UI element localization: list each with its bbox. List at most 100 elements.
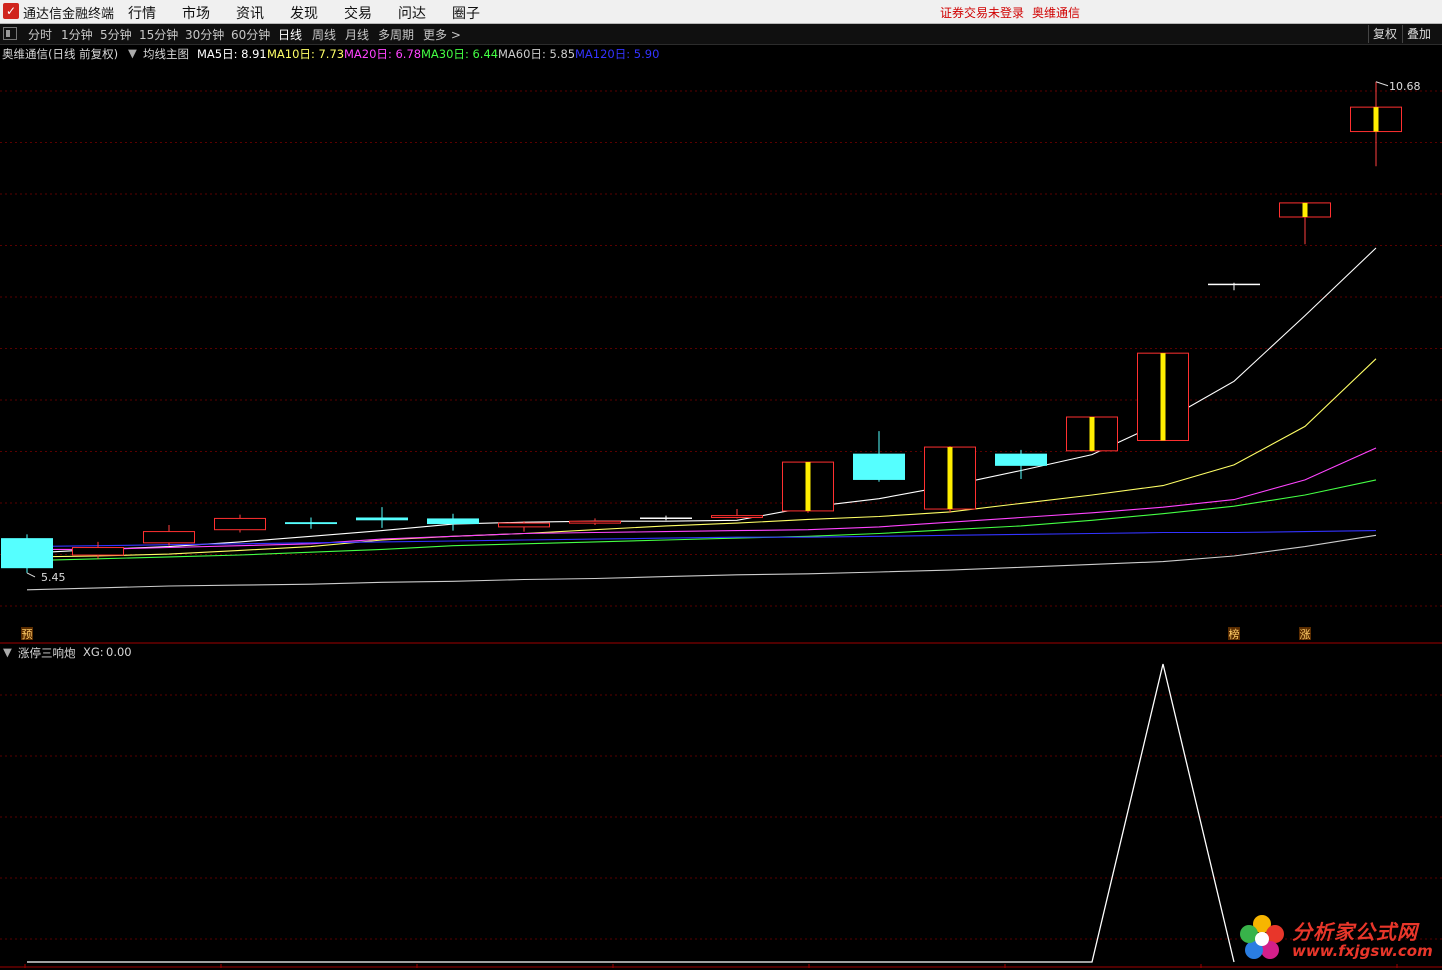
ma5-label: MA5日: 8.91 bbox=[197, 47, 267, 61]
limit-up-mark bbox=[805, 462, 811, 511]
app-title: 通达信金融终端 bbox=[23, 7, 115, 22]
tab-1min[interactable]: 1分钟 bbox=[61, 26, 93, 43]
ma5-name: MA5日 bbox=[197, 47, 234, 61]
adjust-button[interactable]: 复权 bbox=[1368, 25, 1401, 43]
indicator-name[interactable]: 均线主图 bbox=[143, 46, 189, 62]
low-pointer bbox=[26, 572, 36, 578]
marker-label: 涨 bbox=[1300, 628, 1311, 641]
ma20-name: MA20日 bbox=[344, 47, 388, 61]
candle-body bbox=[1, 538, 53, 569]
candle-body bbox=[214, 517, 266, 531]
tab-daily[interactable]: 日线 bbox=[278, 26, 302, 43]
watermark-title: 分析家公式网 bbox=[1292, 920, 1418, 944]
low-price-label: 5.45 bbox=[41, 571, 66, 584]
limit-up-mark bbox=[1302, 202, 1308, 217]
candle-body bbox=[356, 517, 408, 521]
menu-news[interactable]: 资讯 bbox=[236, 3, 264, 23]
ma10-label: MA10日: 7.73 bbox=[267, 47, 345, 61]
menu-market[interactable]: 行情 bbox=[128, 3, 156, 23]
ma30-value: 6.44 bbox=[472, 47, 499, 61]
watermark-url: www.fxjgsw.com bbox=[1292, 942, 1433, 960]
watermark: 分析家公式网 www.fxjgsw.com bbox=[1236, 910, 1436, 966]
menu-circle[interactable]: 圈子 bbox=[452, 3, 480, 23]
indicator-collapse-icon[interactable]: ▼ bbox=[3, 645, 12, 659]
menu-trade[interactable]: 交易 bbox=[344, 3, 372, 23]
candle bbox=[1350, 81, 1402, 167]
tab-60min[interactable]: 60分钟 bbox=[231, 26, 270, 43]
flower-logo-icon bbox=[1240, 915, 1284, 959]
ma120-name: MA120日 bbox=[575, 47, 627, 61]
menu-ask[interactable]: 问达 bbox=[398, 3, 426, 23]
ma60-label: MA60日: 5.85 bbox=[498, 47, 576, 61]
high-pointer bbox=[1375, 81, 1389, 87]
ma20-label: MA20日: 6.78 bbox=[344, 47, 422, 61]
indicator-title[interactable]: 涨停三响炮 bbox=[18, 645, 76, 661]
tab-multi-period[interactable]: 多周期 bbox=[378, 26, 414, 43]
candle bbox=[924, 446, 976, 513]
candle bbox=[1137, 352, 1189, 441]
candle bbox=[356, 507, 408, 528]
candlestick-chart[interactable]: 10.68 5.45 预 榜 涨 bbox=[0, 61, 1442, 644]
candle bbox=[143, 525, 195, 546]
tab-5min[interactable]: 5分钟 bbox=[100, 26, 132, 43]
candle bbox=[782, 461, 834, 513]
ma10-value: 7.73 bbox=[318, 47, 345, 61]
candle bbox=[498, 521, 550, 532]
candle-body bbox=[498, 522, 550, 528]
candle bbox=[1208, 282, 1260, 291]
candle-body bbox=[285, 522, 337, 525]
candle-body bbox=[1208, 283, 1260, 286]
candle bbox=[427, 513, 479, 531]
tab-monthly[interactable]: 月线 bbox=[345, 26, 369, 43]
candle-body bbox=[995, 453, 1047, 466]
overlay-button[interactable]: 叠加 bbox=[1402, 25, 1435, 43]
tab-intraday[interactable]: 分时 bbox=[28, 26, 52, 43]
candle bbox=[1066, 416, 1118, 452]
candle-body bbox=[143, 531, 195, 544]
ma30-label: MA30日: 6.44 bbox=[421, 47, 499, 61]
main-chart-legend: 奥维通信(日线 前复权) ▼ 均线主图 MA5日: 8.91 MA10日: 7.… bbox=[0, 45, 1000, 61]
menu-markets[interactable]: 市场 bbox=[182, 3, 210, 23]
ma5-value: 8.91 bbox=[241, 47, 267, 61]
menu-discover[interactable]: 发现 bbox=[290, 3, 318, 23]
xg-signal-line bbox=[27, 663, 1235, 963]
tab-30min[interactable]: 30分钟 bbox=[185, 26, 224, 43]
xg-label: XG: bbox=[83, 645, 104, 659]
signal-marker: 榜 bbox=[1228, 627, 1240, 641]
candle bbox=[569, 518, 621, 525]
marker-label: 榜 bbox=[1229, 627, 1240, 641]
app-logo-icon[interactable]: ✓ bbox=[3, 3, 19, 19]
ma60-name: MA60日 bbox=[498, 47, 542, 61]
candle-body bbox=[569, 520, 621, 524]
ma-line-ma20 bbox=[27, 447, 1377, 550]
marker-label: 预 bbox=[22, 628, 33, 641]
indicator-dropdown-icon[interactable]: ▼ bbox=[128, 46, 137, 60]
menu-bar: ✓ 通达信金融终端 行情 市场 资讯 发现 交易 问达 圈子 证券交易未登录 奥… bbox=[0, 0, 1442, 24]
candle bbox=[1279, 202, 1331, 245]
tab-weekly[interactable]: 周线 bbox=[312, 26, 336, 43]
limit-up-mark bbox=[1089, 417, 1095, 451]
candle-body bbox=[427, 518, 479, 525]
xg-value: 0.00 bbox=[106, 645, 132, 659]
ma10-name: MA10日 bbox=[267, 47, 311, 61]
candle-body bbox=[853, 453, 905, 480]
indicator-chart[interactable] bbox=[0, 660, 1442, 968]
chart-title: 奥维通信(日线 前复权) bbox=[2, 47, 119, 61]
login-notice[interactable]: 证券交易未登录 bbox=[940, 4, 1024, 21]
candle bbox=[1, 534, 53, 573]
ma120-label: MA120日: 5.90 bbox=[575, 47, 660, 61]
stock-name: 奥维通信 bbox=[1032, 6, 1081, 20]
candle-body bbox=[711, 515, 763, 518]
tab-more[interactable]: 更多 > bbox=[423, 26, 461, 43]
ma30-name: MA30日 bbox=[421, 47, 465, 61]
panel-toggle-icon[interactable] bbox=[3, 27, 17, 40]
candle bbox=[285, 517, 337, 529]
high-price-label: 10.68 bbox=[1389, 80, 1421, 93]
candle bbox=[853, 431, 905, 482]
period-toolbar: 分时 1分钟 5分钟 15分钟 30分钟 60分钟 日线 周线 月线 多周期 更… bbox=[0, 24, 1442, 45]
candle bbox=[640, 515, 692, 521]
tab-15min[interactable]: 15分钟 bbox=[139, 26, 178, 43]
candle bbox=[214, 514, 266, 533]
limit-up-mark bbox=[1373, 107, 1379, 132]
candle-body bbox=[640, 517, 692, 519]
